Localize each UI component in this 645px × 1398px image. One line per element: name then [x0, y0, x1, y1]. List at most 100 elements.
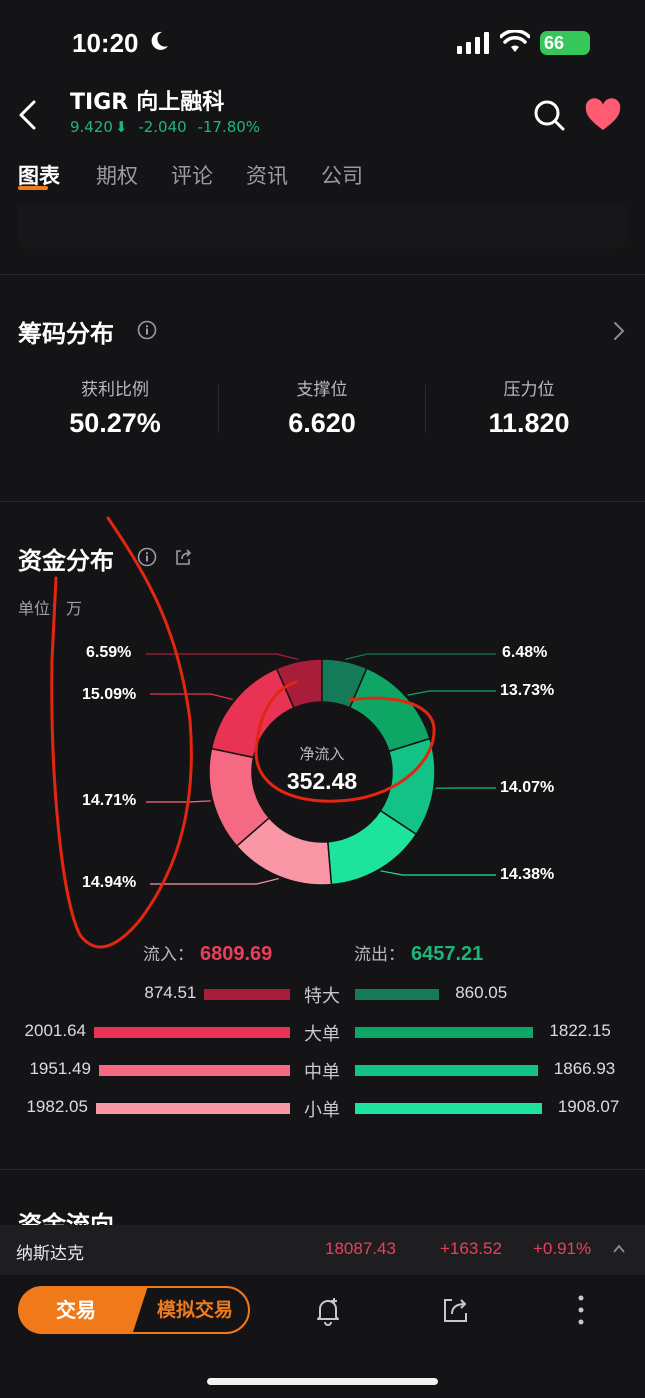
leader-line — [345, 653, 496, 660]
resistance-level-label: 压力位 — [503, 380, 555, 400]
company-name: 向上融科 — [136, 90, 225, 115]
support-level-value: 6.620 — [288, 408, 356, 438]
outflow-value: 1908.07 — [557, 1097, 620, 1116]
index-value: 18087.43 — [325, 1239, 396, 1258]
price-quote: 9.420 ⬇ -2.040 -17.80% — [70, 118, 266, 136]
down-arrow-icon: ⬇ — [114, 118, 128, 136]
outflow-value: 1866.93 — [553, 1059, 616, 1078]
chevron-right-icon[interactable] — [612, 320, 626, 342]
home-indicator — [207, 1378, 438, 1385]
stock-title: TIGR 向上融科 — [70, 84, 224, 116]
support-level-stat: 支撑位 6.620 — [219, 375, 425, 439]
inflow-value: 874.51 — [144, 983, 197, 1002]
index-change-pct: +0.91% — [533, 1239, 592, 1258]
paper-trade-label: 模拟交易 — [156, 1299, 233, 1321]
outflow-value: 1822.15 — [549, 1021, 611, 1040]
fund-flow-section-title: 资金流向 — [18, 1211, 114, 1225]
battery-indicator: 66 — [540, 31, 590, 55]
fund-distribution-title: 资金分布 — [18, 547, 114, 575]
battery-level: 66 — [544, 33, 565, 53]
leader-line — [146, 800, 211, 803]
search-icon[interactable] — [532, 98, 566, 132]
outflow-total: 流出： 6457.21 — [354, 940, 483, 966]
more-options-icon[interactable] — [572, 1293, 590, 1327]
pct-label-outflow-small: 14.38% — [500, 866, 555, 883]
status-time: 10:20 — [72, 28, 139, 58]
favorite-heart-icon[interactable] — [584, 98, 622, 132]
leader-line — [146, 653, 299, 661]
price-change: -2.040 — [138, 118, 187, 136]
pct-label-outflow-large: 13.73% — [500, 682, 555, 699]
stock-header: TIGR 向上融科 9.420 ⬇ -2.040 -17.80% — [0, 80, 645, 150]
status-bar: 10:20 66 — [0, 0, 645, 80]
chevron-up-icon[interactable] — [612, 1243, 626, 1255]
profit-ratio-stat: 获利比例 50.27% — [12, 375, 218, 439]
inflow-label: 流入： — [143, 945, 194, 965]
tab-company[interactable]: 公司 — [321, 160, 363, 190]
chip-distribution-title: 筹码分布 — [18, 320, 114, 348]
leader-line — [150, 877, 279, 885]
inflow-bar — [98, 1065, 290, 1076]
bottom-action-bar: 交易 模拟交易 — [0, 1275, 645, 1398]
share-icon[interactable] — [173, 547, 193, 567]
pct-label-inflow-large: 15.09% — [82, 686, 137, 703]
pct-label-inflow-medium: 14.71% — [82, 792, 137, 809]
flow-category-label: 中单 — [304, 1062, 340, 1083]
scrolled-card-remnant — [18, 205, 627, 249]
fund-flow-row-small: 1982.05 小单 1908.07 — [0, 1094, 645, 1124]
last-price: 9.420 — [70, 118, 113, 136]
inflow-bar — [95, 1103, 290, 1114]
tab-news[interactable]: 资讯 — [246, 160, 288, 190]
section-divider — [0, 1169, 645, 1170]
market-index-bar[interactable]: 纳斯达克 18087.43 +163.52 +0.91% — [0, 1225, 645, 1275]
info-icon[interactable] — [137, 547, 157, 567]
inflow-bar — [94, 1027, 290, 1038]
inflow-total: 流入： 6809.69 — [143, 940, 272, 966]
support-level-label: 支撑位 — [296, 380, 348, 400]
share-icon[interactable] — [440, 1295, 470, 1325]
flow-category-label: 大单 — [304, 1024, 340, 1045]
leader-line — [407, 690, 496, 696]
resistance-level-value: 11.820 — [488, 408, 570, 438]
index-name: 纳斯达克 — [16, 1244, 84, 1264]
fund-flow-row-large: 2001.64 大单 1822.15 — [0, 1018, 645, 1048]
outflow-value: 6457.21 — [411, 943, 484, 965]
inflow-value: 6809.69 — [200, 943, 273, 965]
inflow-bar — [204, 989, 290, 1000]
outflow-bar — [355, 1103, 542, 1114]
paper-trade-button[interactable]: 模拟交易 — [126, 1286, 250, 1334]
info-icon[interactable] — [137, 320, 157, 340]
tab-comments[interactable]: 评论 — [171, 160, 213, 190]
section-divider — [0, 274, 645, 275]
leader-line — [380, 870, 496, 876]
inflow-value: 1982.05 — [26, 1097, 88, 1116]
moon-icon — [151, 31, 168, 50]
wifi-icon — [500, 30, 530, 52]
tab-bar: 图表 期权 评论 资讯 公司 — [0, 150, 645, 204]
outflow-bar — [355, 1027, 534, 1038]
outflow-bar — [355, 1065, 538, 1076]
pct-label-inflow-xl: 6.59% — [86, 644, 132, 661]
section-divider — [0, 501, 645, 502]
profit-ratio-value: 50.27% — [69, 408, 161, 438]
outflow-bar — [355, 989, 440, 1000]
tab-options[interactable]: 期权 — [96, 160, 138, 190]
profit-ratio-label: 获利比例 — [81, 380, 149, 400]
pct-label-outflow-medium: 14.07% — [500, 779, 555, 796]
outflow-label: 流出： — [354, 945, 405, 965]
back-arrow-icon[interactable] — [16, 98, 40, 132]
inflow-value: 2001.64 — [24, 1021, 86, 1040]
net-inflow-value: 352.48 — [286, 768, 358, 794]
alert-bell-icon[interactable] — [312, 1295, 344, 1327]
pct-label-outflow-xl: 6.48% — [502, 644, 548, 661]
inflow-value: 1951.49 — [29, 1059, 91, 1078]
index-change: +163.52 — [440, 1239, 502, 1258]
flow-category-label: 小单 — [304, 1100, 340, 1121]
pct-label-inflow-small: 14.94% — [82, 874, 137, 891]
net-inflow-label: 净流入 — [299, 745, 345, 763]
unit-label: 单位：万 — [18, 599, 83, 618]
outflow-value: 860.05 — [455, 983, 508, 1002]
fund-flow-row-xl: 874.51 特大 860.05 — [0, 980, 645, 1010]
resistance-level-stat: 压力位 11.820 — [426, 375, 632, 439]
tab-active-indicator — [18, 186, 48, 190]
